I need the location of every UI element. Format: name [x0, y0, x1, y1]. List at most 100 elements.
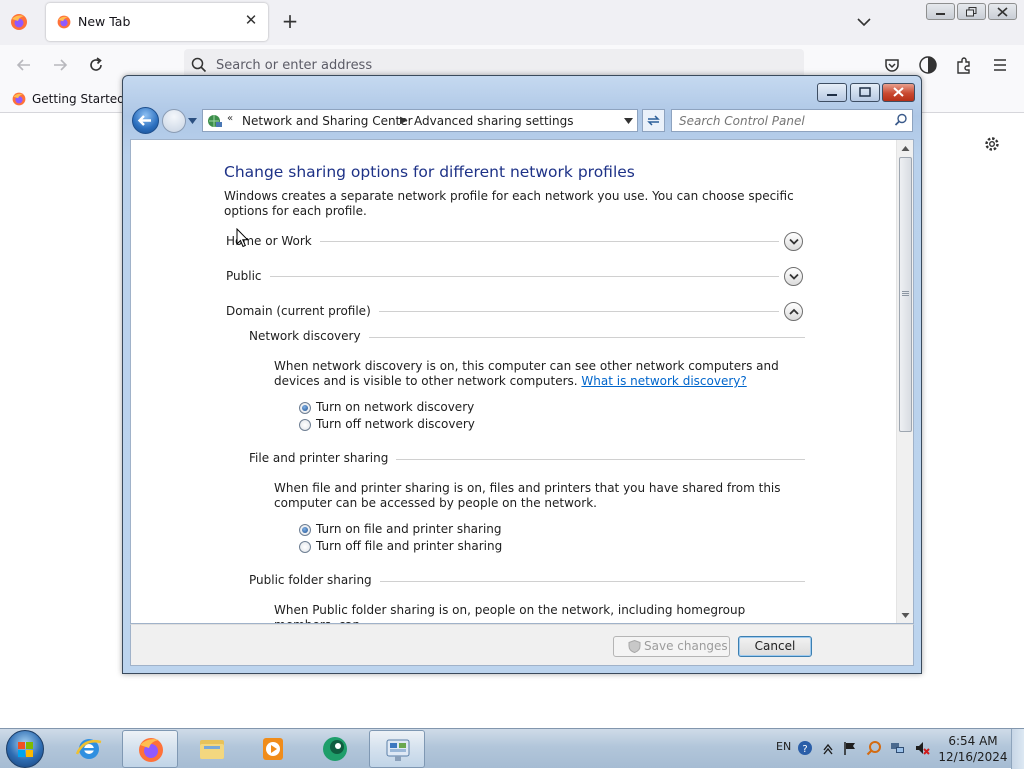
chevron-up-icon [789, 308, 799, 315]
window-minimize-button[interactable] [817, 83, 847, 102]
back-arrow-icon [137, 115, 151, 126]
svg-text:?: ? [802, 744, 807, 755]
taskbar-firefox[interactable] [122, 730, 178, 768]
grip-line [902, 291, 909, 292]
tab-title: New Tab [78, 14, 131, 29]
vertical-scrollbar[interactable] [896, 140, 913, 623]
show-desktop-button[interactable] [1011, 729, 1024, 769]
minimize-button[interactable] [926, 3, 955, 20]
new-tab-icon[interactable]: + [280, 11, 300, 31]
start-button[interactable] [6, 730, 44, 768]
language-indicator[interactable]: EN [776, 740, 791, 753]
back-button[interactable] [132, 107, 159, 134]
scroll-up-icon[interactable] [901, 144, 910, 153]
forward-arrow-icon[interactable] [50, 55, 70, 75]
clock-time: 6:54 AM [948, 734, 998, 748]
taskbar-file-explorer[interactable] [184, 730, 240, 768]
action-center-flag-icon[interactable] [842, 740, 858, 756]
breadcrumb-overflow[interactable]: « [227, 113, 233, 124]
taskbar: EN ? 6:54 AM 12/16/2024 [0, 728, 1024, 769]
breadcrumb-separator-icon[interactable]: ▶ [400, 115, 408, 126]
volume-muted-icon[interactable] [914, 740, 930, 756]
radio-label[interactable]: Turn on network discovery [316, 400, 474, 414]
search-control-panel[interactable] [671, 109, 913, 132]
reload-icon[interactable] [86, 55, 106, 75]
maximize-icon [859, 87, 871, 97]
show-hidden-icons-icon[interactable] [820, 740, 836, 756]
window-maximize-button[interactable] [850, 83, 880, 102]
help-icon[interactable]: ? [797, 740, 813, 756]
divider [226, 276, 779, 277]
taskbar-network-app[interactable] [307, 730, 363, 768]
profile-name[interactable]: Public [226, 269, 270, 283]
profile-name[interactable]: Domain (current profile) [226, 304, 379, 318]
search-input[interactable] [672, 110, 887, 131]
firefox-tab-icon [57, 15, 71, 29]
tab-new-tab[interactable]: New Tab ✕ [46, 3, 268, 41]
breadcrumb[interactable]: « Network and Sharing Center ▶ Advanced … [202, 109, 638, 132]
radio-label[interactable]: Turn on file and printer sharing [316, 522, 502, 536]
account-icon[interactable] [918, 55, 938, 75]
intro-text: Windows creates a separate network profi… [224, 189, 794, 218]
network-icon[interactable] [890, 740, 906, 756]
save-changes-button[interactable]: Save changes [613, 636, 730, 657]
windows-logo-icon [18, 742, 33, 757]
settings-content-pane: Change sharing options for different net… [130, 139, 914, 624]
close-window-button[interactable] [988, 3, 1017, 20]
scroll-down-icon[interactable] [901, 611, 910, 620]
radio-label[interactable]: Turn off file and printer sharing [316, 539, 502, 553]
recent-pages-dropdown-icon[interactable] [188, 117, 197, 125]
refresh-button[interactable] [642, 109, 665, 132]
breadcrumb-network-sharing-center[interactable]: Network and Sharing Center [242, 114, 413, 128]
search-icon [894, 113, 907, 126]
file-printer-description: When file and printer sharing is on, fil… [274, 481, 781, 510]
profile-home-or-work[interactable]: Home or Work [226, 231, 806, 253]
taskbar-internet-explorer[interactable] [61, 730, 117, 768]
close-tab-icon[interactable]: ✕ [242, 11, 260, 29]
cancel-button[interactable]: Cancel [738, 636, 812, 657]
taskbar-control-panel[interactable] [369, 730, 425, 768]
menu-icon[interactable] [990, 55, 1010, 75]
public-folder-description: When Public folder sharing is on, people… [274, 603, 746, 623]
radio-unselected-icon[interactable] [299, 419, 311, 431]
chevron-down-icon[interactable] [624, 118, 633, 124]
profile-public[interactable]: Public [226, 266, 806, 288]
media-player-icon [263, 738, 283, 760]
advanced-sharing-settings-window: « Network and Sharing Center ▶ Advanced … [122, 75, 922, 674]
chevron-down-icon[interactable] [854, 12, 874, 32]
network-discovery-description: When network discovery is on, this compu… [274, 359, 804, 389]
radio-unselected-icon[interactable] [299, 541, 311, 553]
section-title: File and printer sharing [249, 451, 397, 465]
search-tray-icon[interactable] [866, 740, 882, 756]
uac-shield-icon [628, 640, 641, 653]
scroll-thumb[interactable] [899, 157, 912, 432]
system-clock[interactable]: 6:54 AM 12/16/2024 [938, 733, 1008, 765]
breadcrumb-advanced-sharing-settings[interactable]: Advanced sharing settings [414, 114, 573, 128]
radio-selected-icon[interactable] [299, 524, 311, 536]
what-is-network-discovery-link[interactable]: What is network discovery? [581, 374, 746, 388]
back-arrow-icon[interactable] [14, 55, 34, 75]
restore-button[interactable] [957, 3, 986, 20]
extensions-icon[interactable] [954, 55, 974, 75]
gear-icon[interactable] [982, 134, 1002, 154]
chevron-down-icon [789, 238, 799, 245]
taskbar-media-player[interactable] [245, 730, 301, 768]
radio-label[interactable]: Turn off network discovery [316, 417, 475, 431]
forward-button[interactable] [162, 109, 186, 133]
firefox-menu-icon[interactable] [9, 12, 29, 32]
clock-date: 12/16/2024 [938, 750, 1008, 764]
pocket-icon[interactable] [882, 55, 902, 75]
profile-domain-current[interactable]: Domain (current profile) [226, 301, 806, 323]
window-close-button[interactable] [882, 83, 915, 102]
internet-explorer-icon [75, 739, 102, 759]
restore-icon [966, 7, 977, 17]
expand-button[interactable] [784, 232, 803, 251]
expand-button[interactable] [784, 267, 803, 286]
radio-selected-icon[interactable] [299, 402, 311, 414]
window-caption-buttons [817, 83, 915, 102]
firefox-icon [139, 738, 163, 762]
browser-tab-bar: New Tab ✕ + [0, 0, 1024, 45]
minimize-icon [827, 94, 837, 96]
grip-line [902, 295, 909, 296]
collapse-button[interactable] [784, 302, 803, 321]
